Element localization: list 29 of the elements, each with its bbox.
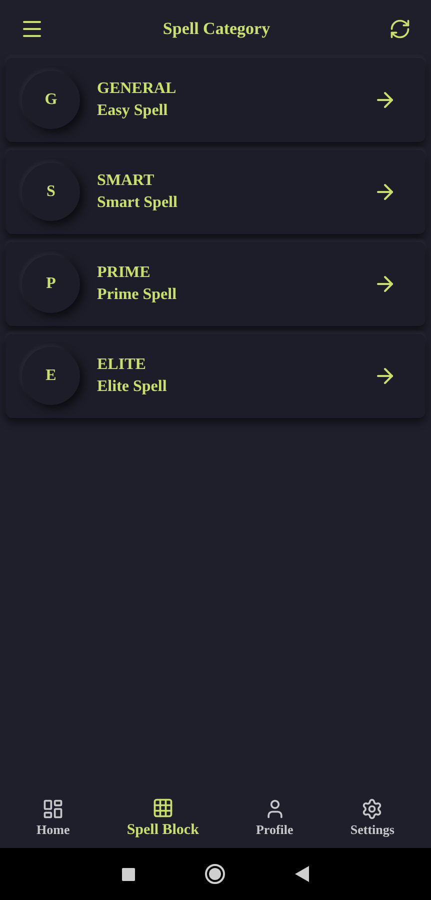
initial-avatar: S [22,163,80,221]
initial-avatar: G [22,71,80,129]
initial-avatar: P [22,255,80,313]
back-button[interactable] [295,866,309,882]
initial-avatar: E [22,347,80,405]
refresh-icon [389,18,411,40]
category-name: ELITE [97,355,147,375]
category-card[interactable]: P PRIME Prime Spell [6,242,425,326]
grid-icon [152,796,174,819]
nav-tab[interactable]: Settings [350,798,394,840]
dashboard-icon [42,798,64,820]
category-name: PRIME [97,263,152,283]
recents-button[interactable] [122,868,135,880]
nav-tab[interactable]: Profile [256,798,294,840]
app-title: Spell Category [162,18,270,40]
category-name: SMART [97,171,156,191]
category-subtitle: Prime Spell [97,285,178,305]
category-card[interactable]: E ELITE Elite Spell [6,334,425,418]
category-subtitle: Smart Spell [97,193,178,213]
home-button[interactable] [205,864,225,884]
category-card[interactable]: S SMART Smart Spell [6,150,425,234]
refresh-button[interactable] [389,18,411,40]
category-card[interactable]: G GENERAL Easy Spell [6,58,425,142]
category-name: GENERAL [97,79,178,99]
category-subtitle: Elite Spell [97,377,168,397]
gear-icon [361,798,384,820]
nav-tab[interactable]: Spell Block [126,796,199,842]
category-subtitle: Easy Spell [97,101,169,121]
nav-tab[interactable]: Home [36,798,70,840]
